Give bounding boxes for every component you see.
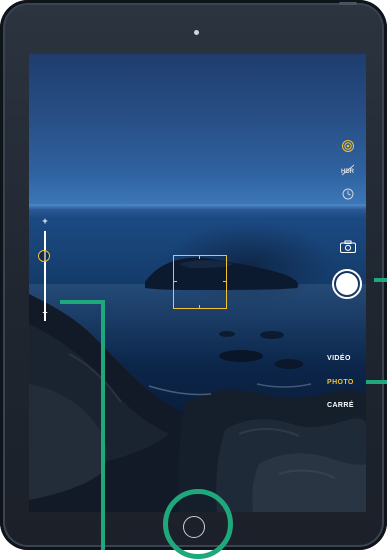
- hdr-off-icon[interactable]: HDR: [340, 163, 354, 177]
- camera-viewfinder[interactable]: + – HDR VIDÉO PHOTO CARRÉ: [29, 54, 366, 512]
- shutter-button[interactable]: [332, 269, 362, 299]
- mode-video[interactable]: VIDÉO: [327, 355, 366, 363]
- front-camera: [194, 30, 199, 35]
- ipad-device: + – HDR VIDÉO PHOTO CARRÉ: [0, 0, 387, 550]
- callout-line-mode: [366, 380, 387, 384]
- mode-square[interactable]: CARRÉ: [327, 402, 366, 410]
- focus-box: [173, 255, 227, 309]
- callout-ring-home: [163, 489, 233, 559]
- callout-line-exposure-vertical: [101, 300, 105, 550]
- switch-camera-icon[interactable]: [339, 240, 357, 254]
- callout-line-shutter: [374, 278, 387, 282]
- mode-photo[interactable]: PHOTO: [327, 379, 366, 387]
- top-button: [339, 2, 357, 5]
- exposure-minus-label: –: [42, 307, 48, 317]
- shutter-inner[interactable]: [336, 273, 358, 295]
- callout-line-exposure-horizontal: [60, 300, 105, 304]
- exposure-plus-label: +: [42, 216, 48, 226]
- live-photo-icon[interactable]: [341, 139, 355, 153]
- timer-icon[interactable]: [341, 187, 355, 201]
